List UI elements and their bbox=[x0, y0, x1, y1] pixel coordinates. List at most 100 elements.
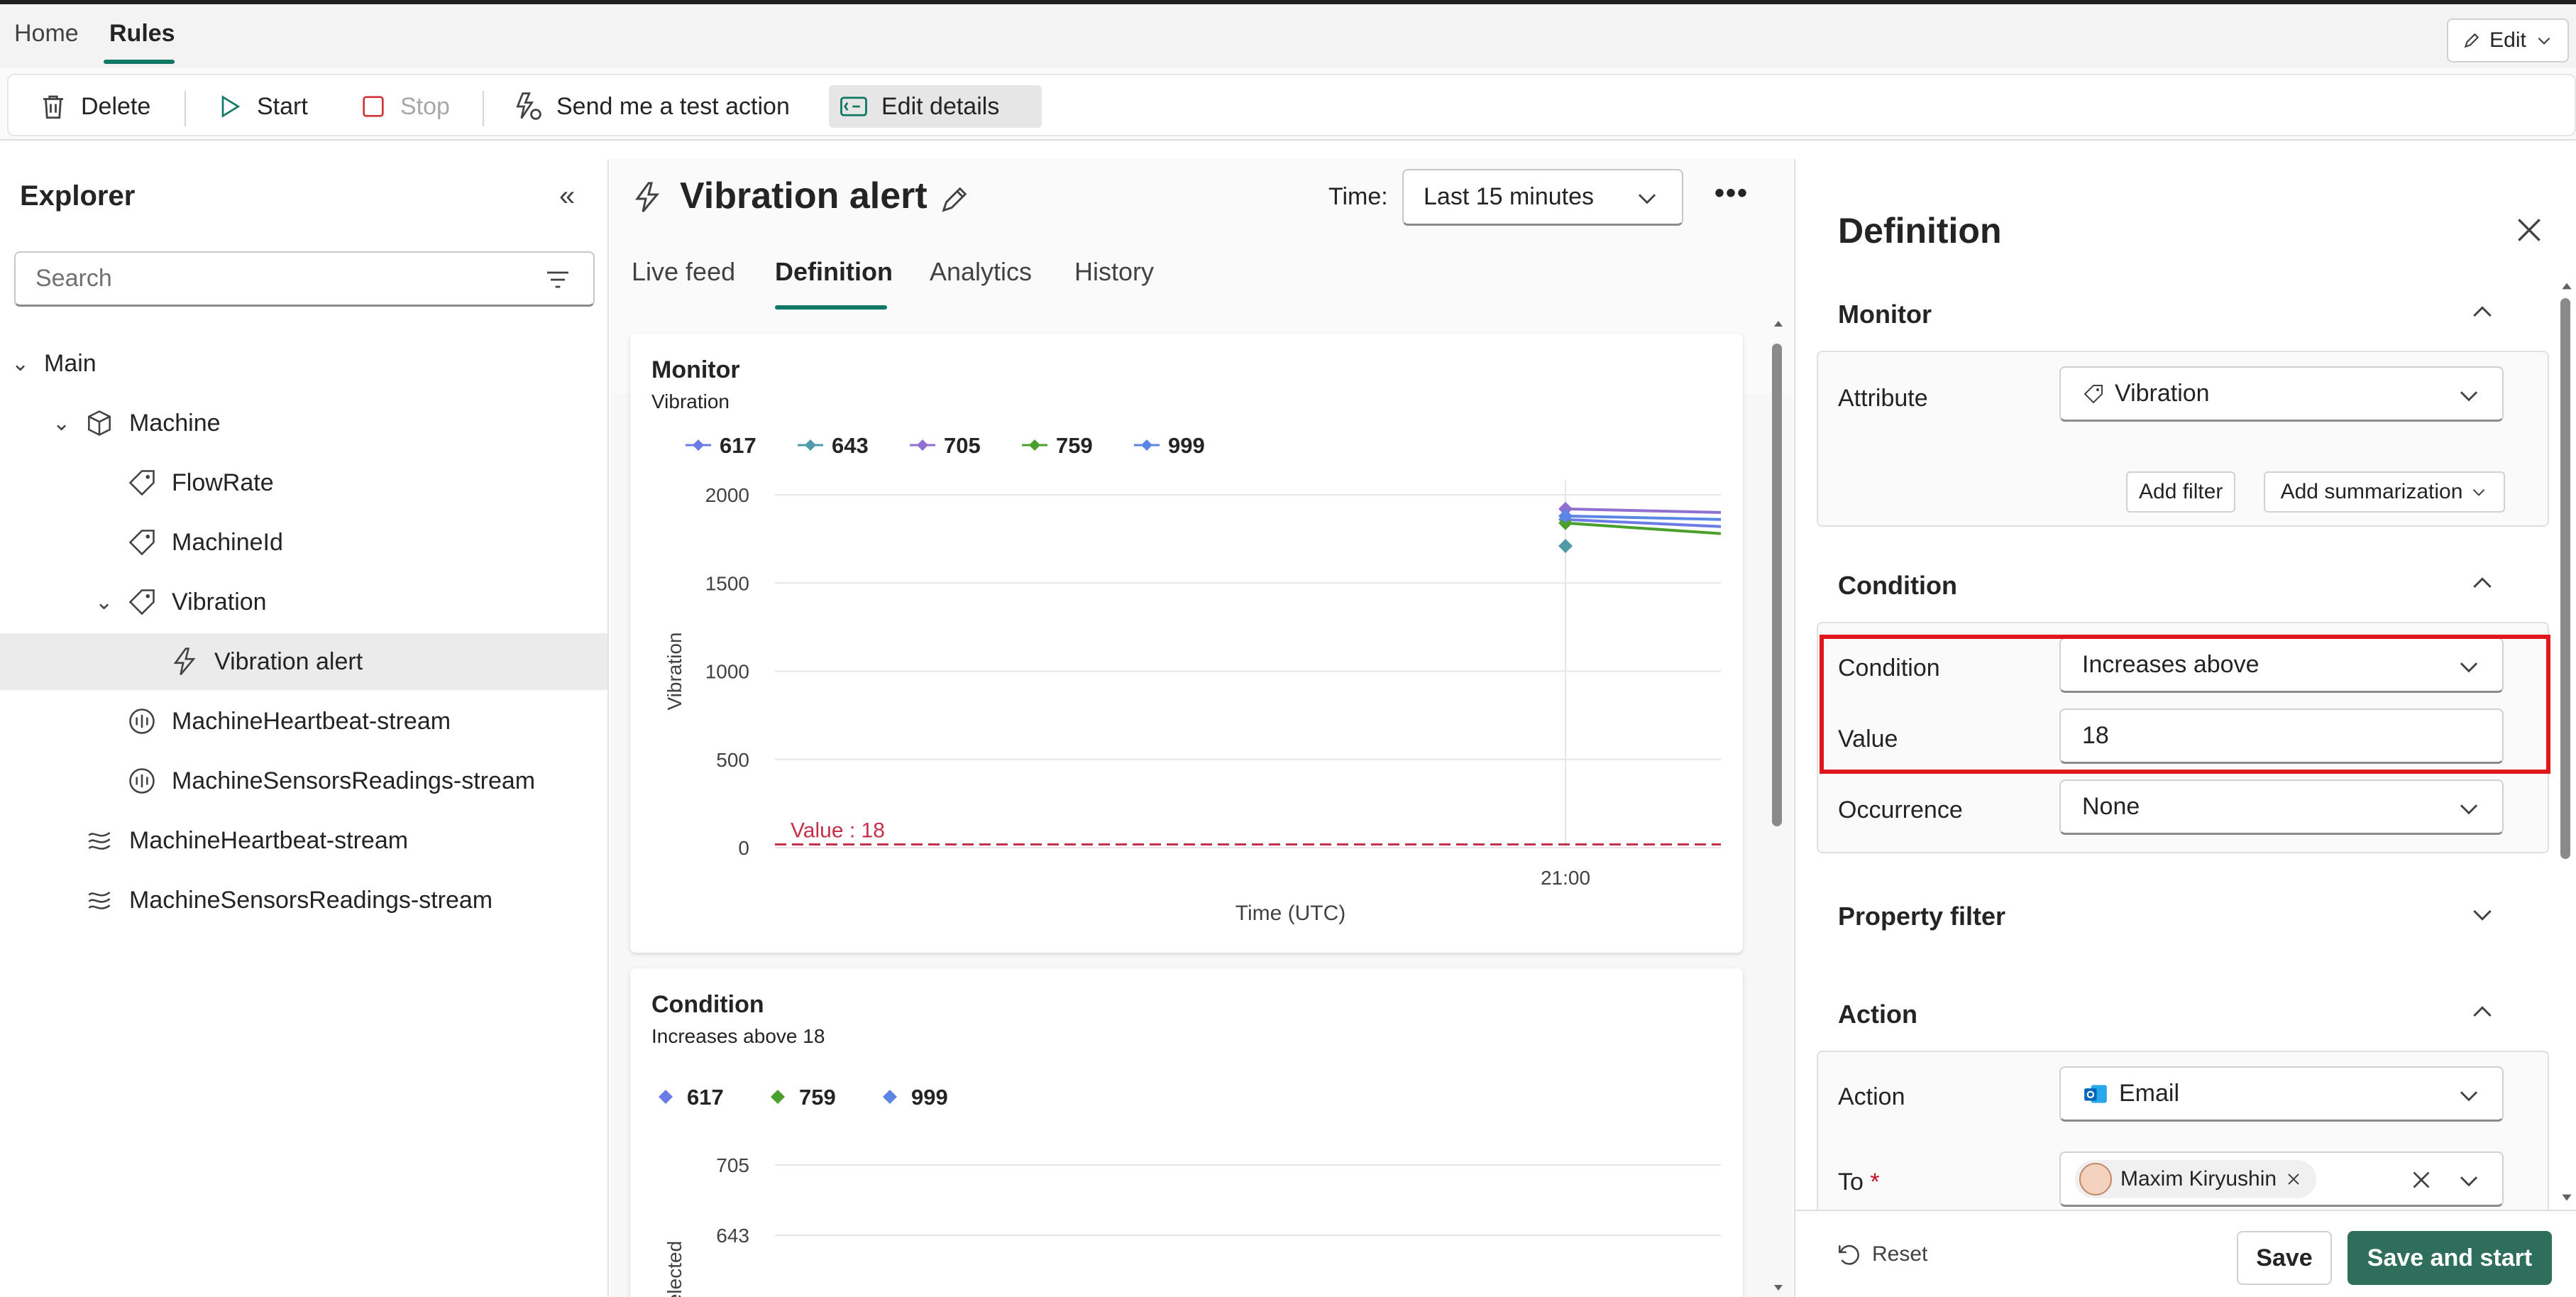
to-label: To * bbox=[1838, 1169, 1880, 1195]
definition-scrollbar[interactable] bbox=[2560, 298, 2570, 859]
remove-recipient-icon[interactable] bbox=[2285, 1171, 2302, 1188]
collapse-panel-icon[interactable]: « bbox=[559, 180, 575, 212]
scroll-down-icon[interactable] bbox=[2559, 1190, 2575, 1205]
search-placeholder: Search bbox=[35, 265, 112, 292]
add-summarization-label: Add summarization bbox=[2280, 480, 2463, 503]
condition-chart: 617 759 999 705 643 selected bbox=[659, 1085, 1721, 1297]
legend-label: 999 bbox=[1168, 433, 1205, 458]
legend-label: 999 bbox=[911, 1085, 948, 1110]
reset-button[interactable]: Reset bbox=[1835, 1241, 1927, 1268]
chevron-down-icon[interactable] bbox=[2455, 1167, 2482, 1194]
edit-details-button[interactable]: Edit details bbox=[829, 85, 1042, 128]
definition-title: Definition bbox=[1838, 211, 2002, 251]
chevron-down-icon[interactable]: ⌄ bbox=[11, 351, 29, 376]
explorer-search-input[interactable]: Search bbox=[14, 251, 595, 307]
add-summarization-button[interactable]: Add summarization bbox=[2264, 471, 2505, 513]
condition-chart-card: Condition Increases above 18 617 759 999 70… bbox=[630, 968, 1743, 1297]
close-icon[interactable] bbox=[2514, 214, 2545, 246]
legend-label: 617 bbox=[720, 433, 756, 458]
more-options-icon[interactable]: ••• bbox=[1714, 177, 1749, 209]
time-range-dropdown[interactable]: Last 15 minutes bbox=[1402, 169, 1683, 226]
delete-label: Delete bbox=[81, 92, 151, 120]
highlight-box bbox=[1820, 635, 2550, 774]
recipient-chip[interactable]: Maxim Kiryushin bbox=[2075, 1160, 2317, 1198]
legend-label: 705 bbox=[944, 433, 981, 458]
attribute-dropdown[interactable]: Vibration bbox=[2059, 366, 2504, 422]
chevron-down-icon[interactable] bbox=[2468, 900, 2497, 929]
action-section-heading[interactable]: Action bbox=[1838, 1000, 1917, 1029]
chevron-down-icon bbox=[2538, 37, 2550, 45]
occurrence-label: Occurrence bbox=[1838, 797, 1963, 823]
send-test-action-button[interactable]: Send me a test action bbox=[502, 85, 800, 128]
occurrence-dropdown[interactable]: None bbox=[2059, 779, 2504, 835]
tab-home[interactable]: Home bbox=[14, 20, 79, 48]
tree-item-flowrate[interactable]: FlowRate bbox=[0, 454, 607, 511]
property-filter-heading[interactable]: Property filter bbox=[1838, 902, 2005, 931]
tree-item-vibration[interactable]: ⌄ Vibration bbox=[0, 574, 607, 630]
tab-live-feed[interactable]: Live feed bbox=[632, 257, 735, 287]
tree-item-label: MachineSensorsReadings-stream bbox=[172, 767, 536, 794]
legend-label: 617 bbox=[687, 1085, 724, 1110]
chevron-up-icon[interactable] bbox=[2468, 569, 2497, 598]
y-tick-label: 1000 bbox=[705, 661, 749, 683]
tree-item-heartbeat-stream-child[interactable]: MachineHeartbeat-stream bbox=[0, 693, 607, 750]
start-button[interactable]: Start bbox=[206, 85, 318, 128]
definition-footer: Reset Save Save and start bbox=[1795, 1210, 2576, 1297]
save-and-start-button[interactable]: Save and start bbox=[2347, 1231, 2552, 1285]
avatar bbox=[2079, 1163, 2112, 1195]
center-scrollbar[interactable] bbox=[1772, 344, 1782, 826]
attribute-label: Attribute bbox=[1838, 385, 1928, 412]
scroll-down-icon[interactable] bbox=[1771, 1281, 1785, 1295]
legend-marker bbox=[771, 1090, 785, 1104]
recipients-field[interactable]: Maxim Kiryushin bbox=[2059, 1151, 2504, 1207]
tree-item-label: MachineId bbox=[172, 528, 283, 556]
edit-mode-button[interactable]: Edit bbox=[2447, 18, 2569, 62]
scroll-up-icon[interactable] bbox=[1771, 317, 1785, 331]
monitor-section-heading[interactable]: Monitor bbox=[1838, 300, 1932, 329]
scroll-up-icon[interactable] bbox=[2559, 278, 2575, 294]
legend-label: 643 bbox=[832, 433, 869, 458]
save-button[interactable]: Save bbox=[2237, 1231, 2332, 1285]
x-axis-label: Time (UTC) bbox=[1235, 902, 1346, 925]
tree-item-machineid[interactable]: MachineId bbox=[0, 514, 607, 571]
tree-item-main[interactable]: ⌄ Main bbox=[0, 335, 607, 392]
chevron-down-icon[interactable]: ⌄ bbox=[95, 590, 113, 615]
toolbar-container: Delete Start Stop Send me a test action … bbox=[7, 74, 2576, 136]
add-filter-button[interactable]: Add filter bbox=[2126, 471, 2236, 513]
monitor-chart-card: Monitor Vibration 617 643 705 759 999 2000 150… bbox=[630, 334, 1743, 953]
monitor-group: Attribute Vibration Add filter Add summa… bbox=[1817, 351, 2549, 527]
tab-history[interactable]: History bbox=[1074, 257, 1154, 287]
x-tick-label: 21:00 bbox=[1541, 867, 1590, 889]
y-tick-label: 705 bbox=[716, 1154, 749, 1176]
delete-button[interactable]: Delete bbox=[28, 85, 160, 128]
tree-item-sensors-stream[interactable]: MachineSensorsReadings-stream bbox=[0, 872, 607, 929]
tree-item-label: Main bbox=[44, 349, 97, 377]
tree-item-machine[interactable]: ⌄ Machine bbox=[0, 395, 607, 452]
tree-item-heartbeat-stream[interactable]: MachineHeartbeat-stream bbox=[0, 812, 607, 869]
chevron-down-icon[interactable]: ⌄ bbox=[53, 411, 70, 436]
action-dropdown[interactable]: Email bbox=[2059, 1066, 2504, 1122]
condition-section-heading[interactable]: Condition bbox=[1838, 571, 1957, 601]
pencil-icon bbox=[2464, 33, 2479, 48]
legend-label: 759 bbox=[1056, 433, 1093, 458]
tab-definition[interactable]: Definition bbox=[775, 257, 893, 287]
stop-button[interactable]: Stop bbox=[349, 85, 460, 128]
tree-item-sensors-stream-child[interactable]: MachineSensorsReadings-stream bbox=[0, 753, 607, 809]
stop-label: Stop bbox=[400, 92, 450, 120]
chevron-up-icon[interactable] bbox=[2468, 998, 2497, 1027]
tab-rules[interactable]: Rules bbox=[109, 20, 175, 48]
tree-item-label: MachineHeartbeat-stream bbox=[129, 826, 409, 854]
tab-analytics[interactable]: Analytics bbox=[930, 257, 1032, 287]
pencil-icon[interactable] bbox=[938, 183, 971, 216]
filter-icon[interactable] bbox=[544, 266, 572, 294]
y-tick-label: 0 bbox=[738, 837, 749, 859]
top-navigation: Home Rules Edit bbox=[0, 4, 2576, 68]
tree-item-label: Machine bbox=[129, 409, 221, 437]
rule-title: Vibration alert bbox=[680, 175, 928, 217]
chevron-up-icon[interactable] bbox=[2468, 298, 2497, 327]
stream-icon bbox=[88, 891, 111, 909]
attribute-value: Vibration bbox=[2115, 380, 2210, 407]
clear-icon[interactable] bbox=[2409, 1167, 2434, 1193]
stop-icon bbox=[363, 96, 384, 117]
tree-item-vibration-alert[interactable]: Vibration alert bbox=[0, 633, 607, 690]
